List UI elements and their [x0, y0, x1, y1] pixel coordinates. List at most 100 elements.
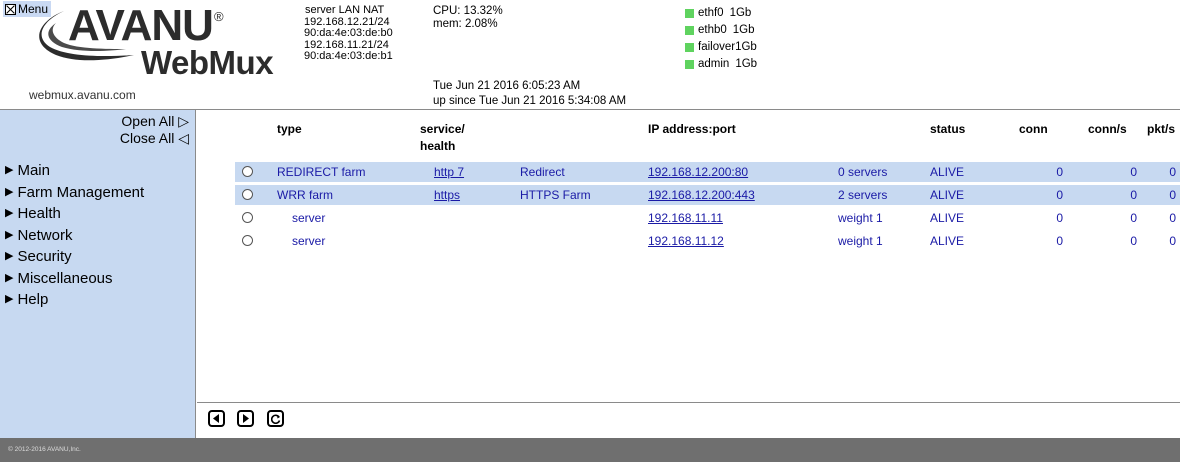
row-pkt-s: 0: [1169, 188, 1176, 202]
menu-button[interactable]: Menu: [3, 1, 52, 17]
expand-triangle-icon: ▶: [5, 271, 14, 284]
row-service-link[interactable]: http 7: [434, 162, 464, 182]
interface-speed: 1Gb: [735, 41, 757, 53]
row-type: REDIRECT farm: [277, 165, 366, 179]
row-conn-s: 0: [1130, 165, 1137, 179]
footer: © 2012-2016 AVANU,Inc.: [0, 438, 1180, 462]
row-ip-link[interactable]: 192.168.11.12: [648, 231, 724, 251]
row-service-link[interactable]: https: [434, 185, 460, 205]
sidebar-item-farm-management[interactable]: ▶ Farm Management: [5, 182, 144, 204]
open-all-link[interactable]: Open All ▷: [121, 113, 189, 129]
row-pkt-s: 0: [1169, 234, 1176, 248]
header: AVANU ® WebMux Menu webmux.avanu.com ser…: [0, 0, 1180, 110]
sidebar-item-label: Main: [17, 162, 50, 179]
logo-brand: AVANU: [68, 1, 214, 50]
interface-ethf0: ethf0 1Gb: [685, 5, 757, 22]
expand-triangle-icon: ▶: [5, 228, 14, 241]
sidebar-item-label: Help: [17, 291, 49, 308]
current-datetime: Tue Jun 21 2016 6:05:23 AM: [433, 80, 581, 92]
nat-mac: 90:da:4e:03:de:b1: [304, 50, 393, 62]
interface-name: admin: [698, 58, 730, 70]
row-select-radio[interactable]: [242, 189, 253, 200]
sidebar-item-miscellaneous[interactable]: ▶ Miscellaneous: [5, 268, 144, 290]
interface-name: ethf0: [698, 7, 724, 19]
sidebar-item-network[interactable]: ▶ Network: [5, 225, 144, 247]
sidebar-nav: ▶ Main ▶ Farm Management ▶ Health ▶ Network …: [5, 160, 144, 311]
expand-triangle-icon: ▶: [5, 164, 14, 176]
server-info: server LAN NAT 192.168.12.21/24 90:da:4e…: [304, 4, 393, 63]
col-header-conn: conn: [1019, 122, 1048, 136]
avanu-webmux-logo: AVANU ® WebMux: [26, 3, 281, 93]
row-type: server: [292, 234, 326, 248]
close-all-link[interactable]: Close All ◁: [120, 130, 189, 146]
triangle-left-icon: [213, 414, 219, 423]
row-pkt-s: 0: [1169, 165, 1176, 179]
row-type: WRR farm: [277, 188, 333, 202]
interface-admin: admin 1Gb: [685, 56, 757, 73]
interface-name: ethb0: [698, 24, 727, 36]
row-ip-link[interactable]: 192.168.11.11: [648, 208, 723, 228]
row-info: weight 1: [838, 234, 883, 248]
interface-status-list: ethf0 1Gb ethb0 1Gb failover 1Gb admin 1…: [685, 5, 757, 73]
row-conn-s: 0: [1130, 234, 1137, 248]
uptime: up since Tue Jun 21 2016 5:34:08 AM: [433, 95, 627, 107]
table-controls: [197, 402, 1180, 438]
interface-failover: failover 1Gb: [685, 39, 757, 56]
row-conn: 0: [1056, 234, 1063, 248]
row-status: ALIVE: [930, 211, 965, 225]
farm-status-panel: type service/ health IP address:port sta…: [197, 110, 1180, 438]
row-select-radio[interactable]: [242, 166, 253, 177]
sidebar-item-label: Network: [17, 226, 73, 244]
sidebar-item-help[interactable]: ▶ Help: [5, 289, 144, 311]
table-row[interactable]: WRR farm https HTTPS Farm 192.168.12.200…: [235, 185, 1180, 205]
link-status-icon: [685, 26, 694, 35]
row-info: 0 servers: [838, 165, 888, 179]
logo-reg-mark: ®: [214, 9, 224, 24]
sidebar: Open All ▷ Close All ◁ ▶ Main ▶ Farm Manag…: [0, 110, 196, 438]
row-ip-link[interactable]: 192.168.12.200:443: [648, 185, 755, 205]
sidebar-item-label: Miscellaneous: [17, 269, 113, 287]
row-type: server: [292, 211, 326, 225]
col-header-conn-s: conn/s: [1088, 122, 1127, 136]
refresh-button[interactable]: [267, 410, 284, 427]
table-row[interactable]: server 192.168.11.11 weight 1 ALIVE 0 0 …: [235, 208, 1180, 228]
table-row[interactable]: REDIRECT farm http 7 Redirect 192.168.12…: [235, 162, 1180, 182]
row-ip-link[interactable]: 192.168.12.200:80: [648, 162, 748, 182]
sidebar-item-label: Farm Management: [17, 183, 145, 201]
expand-triangle-icon: ▶: [5, 293, 14, 305]
row-description: Redirect: [520, 165, 565, 179]
row-status: ALIVE: [930, 188, 965, 202]
logo-product: WebMux: [141, 44, 274, 81]
sidebar-item-label: Health: [17, 205, 61, 222]
close-box-icon: [5, 3, 16, 15]
col-header-ip: IP address:port: [648, 122, 736, 136]
prev-button[interactable]: [208, 410, 225, 427]
lan-mac: 90:da:4e:03:de:b0: [304, 27, 393, 39]
copyright: © 2012-2016 AVANU,Inc.: [8, 446, 81, 453]
col-header-type: type: [277, 122, 302, 136]
row-select-radio[interactable]: [242, 235, 253, 246]
col-header-pkt-s: pkt/s: [1147, 122, 1176, 136]
triangle-right-icon: [243, 414, 249, 423]
sidebar-item-label: Security: [17, 248, 72, 265]
interface-speed: 1Gb: [732, 24, 755, 36]
row-conn-s: 0: [1130, 211, 1137, 225]
sidebar-item-security[interactable]: ▶ Security: [5, 246, 144, 268]
row-status: ALIVE: [930, 165, 965, 179]
next-button[interactable]: [237, 410, 254, 427]
col-header-status: status: [930, 122, 966, 136]
expand-triangle-icon: ▶: [5, 207, 14, 219]
interface-speed: 1Gb: [735, 58, 758, 70]
interface-ethb0: ethb0 1Gb: [685, 22, 757, 39]
mem-usage: mem: 2.08%: [433, 18, 498, 30]
site-url: webmux.avanu.com: [29, 88, 136, 102]
interface-name: failover: [698, 41, 736, 53]
row-select-radio[interactable]: [242, 212, 253, 223]
table-row[interactable]: server 192.168.11.12 weight 1 ALIVE 0 0 …: [235, 231, 1180, 251]
sidebar-item-main[interactable]: ▶ Main: [5, 160, 144, 182]
col-header-service: service/ health: [420, 121, 465, 155]
system-info: CPU: 13.32% mem: 2.08% Tue Jun 21 2016 6…: [433, 5, 626, 107]
row-status: ALIVE: [930, 234, 965, 248]
sidebar-item-health[interactable]: ▶ Health: [5, 203, 144, 225]
expand-triangle-icon: ▶: [5, 250, 14, 262]
